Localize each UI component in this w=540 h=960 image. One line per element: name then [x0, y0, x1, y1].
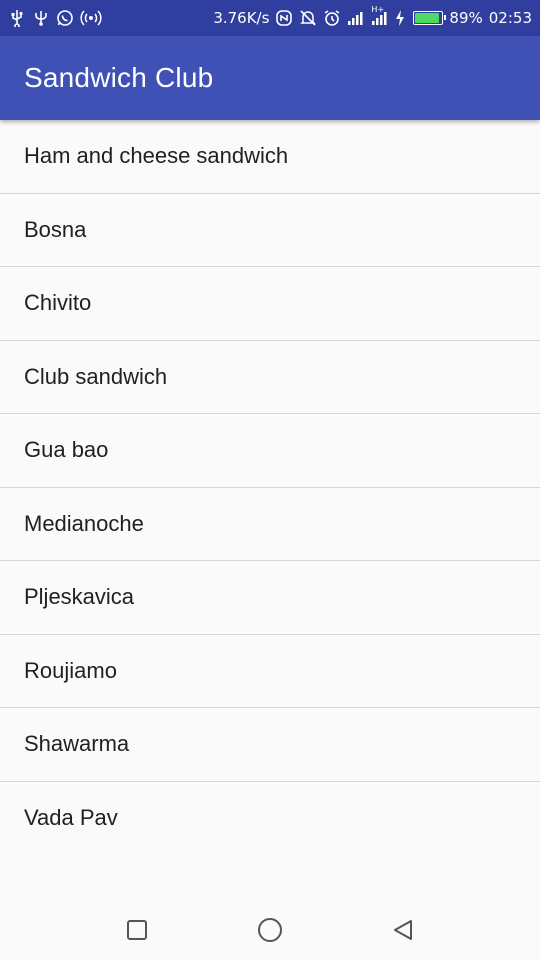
nfc-icon — [275, 9, 293, 27]
back-triangle-icon — [394, 920, 413, 940]
charging-icon — [395, 9, 405, 27]
sandwich-list-item[interactable]: Medianoche — [0, 488, 540, 561]
sandwich-list: Ham and cheese sandwich Bosna Chivito Cl… — [0, 120, 540, 855]
battery-percent: 89% — [449, 9, 483, 27]
app-title: Sandwich Club — [24, 62, 214, 93]
clock: 02:53 — [488, 9, 532, 27]
sandwich-list-item[interactable]: Ham and cheese sandwich — [0, 120, 540, 194]
battery-level — [415, 13, 439, 23]
home-button[interactable] — [250, 910, 290, 950]
app-bar: Sandwich Club — [0, 36, 540, 120]
sandwich-list-item[interactable]: Shawarma — [0, 708, 540, 782]
mute-icon — [299, 9, 317, 27]
whatsapp-icon — [56, 9, 74, 27]
sandwich-list-item[interactable]: Club sandwich — [0, 341, 540, 414]
signal-hplus-icon: H+ — [371, 5, 389, 27]
navigation-bar — [0, 900, 540, 960]
sandwich-list-item[interactable]: Chivito — [0, 267, 540, 341]
battery-icon — [413, 11, 447, 25]
usb-debug-icon — [32, 9, 50, 27]
signal-icon — [347, 9, 365, 27]
circle-icon — [257, 918, 282, 942]
sandwich-list-item[interactable]: Gua bao — [0, 414, 540, 488]
network-speed: 3.76K/s — [213, 9, 270, 27]
usb-icon — [8, 9, 26, 27]
alarm-icon — [323, 9, 341, 27]
sandwich-list-item[interactable]: Roujiamo — [0, 635, 540, 708]
status-bar: 3.76K/s H+ 89% 02:53 — [0, 0, 540, 36]
sandwich-list-item[interactable]: Vada Pav — [0, 782, 540, 856]
sandwich-list-item[interactable]: Pljeskavica — [0, 561, 540, 635]
sandwich-list-item[interactable]: Bosna — [0, 194, 540, 267]
square-icon — [126, 920, 147, 940]
status-bar-left — [8, 9, 102, 27]
signal-type-label: H+ — [371, 5, 385, 14]
hotspot-icon — [80, 9, 102, 27]
status-bar-right: 3.76K/s H+ 89% 02:53 — [213, 5, 532, 27]
recents-button[interactable] — [117, 910, 157, 950]
back-button[interactable] — [383, 910, 423, 950]
